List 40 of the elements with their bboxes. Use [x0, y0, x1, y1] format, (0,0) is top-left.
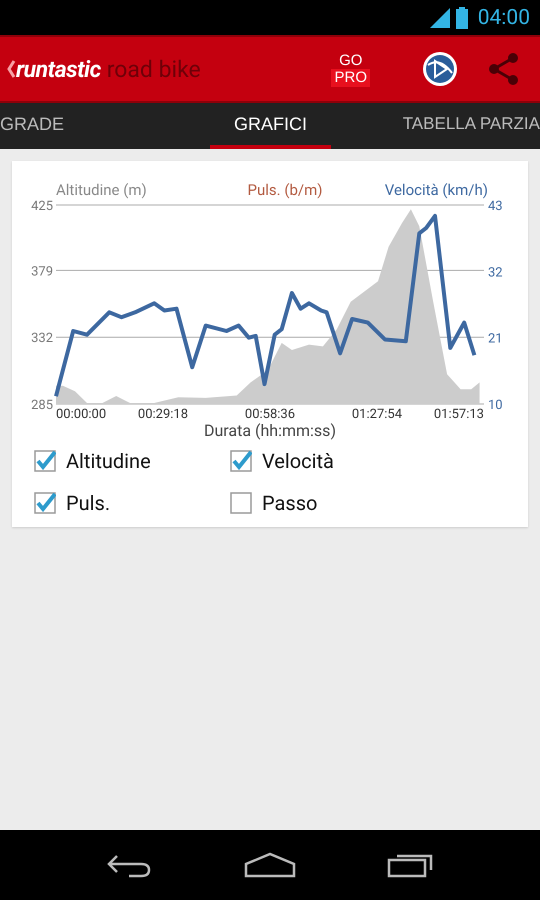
tab[interactable]: TABELLA PARZIA [378, 103, 540, 149]
back-chevron-icon[interactable] [6, 59, 16, 79]
tick-label: 01:57:13 [434, 407, 484, 422]
recent-apps-icon[interactable] [386, 852, 435, 878]
tab[interactable]: GRADE [0, 103, 88, 149]
battery-icon [456, 6, 468, 28]
tick-label: 00:29:18 [138, 407, 188, 422]
home-icon[interactable] [244, 852, 296, 878]
tab[interactable]: GRAFICI [210, 103, 332, 149]
tick-label: 32 [488, 265, 503, 280]
checkbox[interactable] [230, 450, 252, 472]
app-logo: runtastic [16, 56, 101, 82]
tick-label: 21 [488, 332, 503, 347]
axis-title: Puls. (b/m) [248, 181, 322, 199]
axis-title: Durata (hh:mm:ss) [204, 421, 336, 440]
go-pro-button[interactable]: GO PRO [331, 52, 370, 86]
tick-label: 425 [31, 199, 53, 214]
axis-title: Velocità (km/h) [384, 181, 488, 199]
tick-label: 332 [31, 331, 53, 346]
tick-label: 00:00:00 [56, 407, 106, 422]
checkbox[interactable] [34, 492, 56, 514]
tick-label: 00:58:36 [244, 407, 296, 422]
tick-label: 43 [488, 199, 503, 214]
axis-title: Altitudine (m) [56, 181, 147, 199]
checkbox-label: Velocità [262, 449, 334, 473]
checkbox-label: Passo [262, 491, 318, 515]
checkbox-label: Altitudine [66, 449, 151, 473]
pro-label: PRO [331, 68, 370, 86]
checkbox[interactable] [230, 492, 252, 514]
tick-label: 379 [31, 264, 53, 280]
checkbox-label: Puls. [66, 491, 110, 515]
tick-label: 01:27:54 [352, 407, 402, 422]
app-subtitle: road bike [106, 56, 201, 82]
signal-icon [430, 8, 450, 28]
checkbox[interactable] [34, 450, 56, 472]
go-text: GO [339, 52, 362, 68]
clock-time: 04:00 [478, 6, 530, 30]
share-icon[interactable] [486, 52, 520, 86]
tick-label: 10 [488, 398, 503, 413]
tick-label: 285 [31, 398, 53, 413]
